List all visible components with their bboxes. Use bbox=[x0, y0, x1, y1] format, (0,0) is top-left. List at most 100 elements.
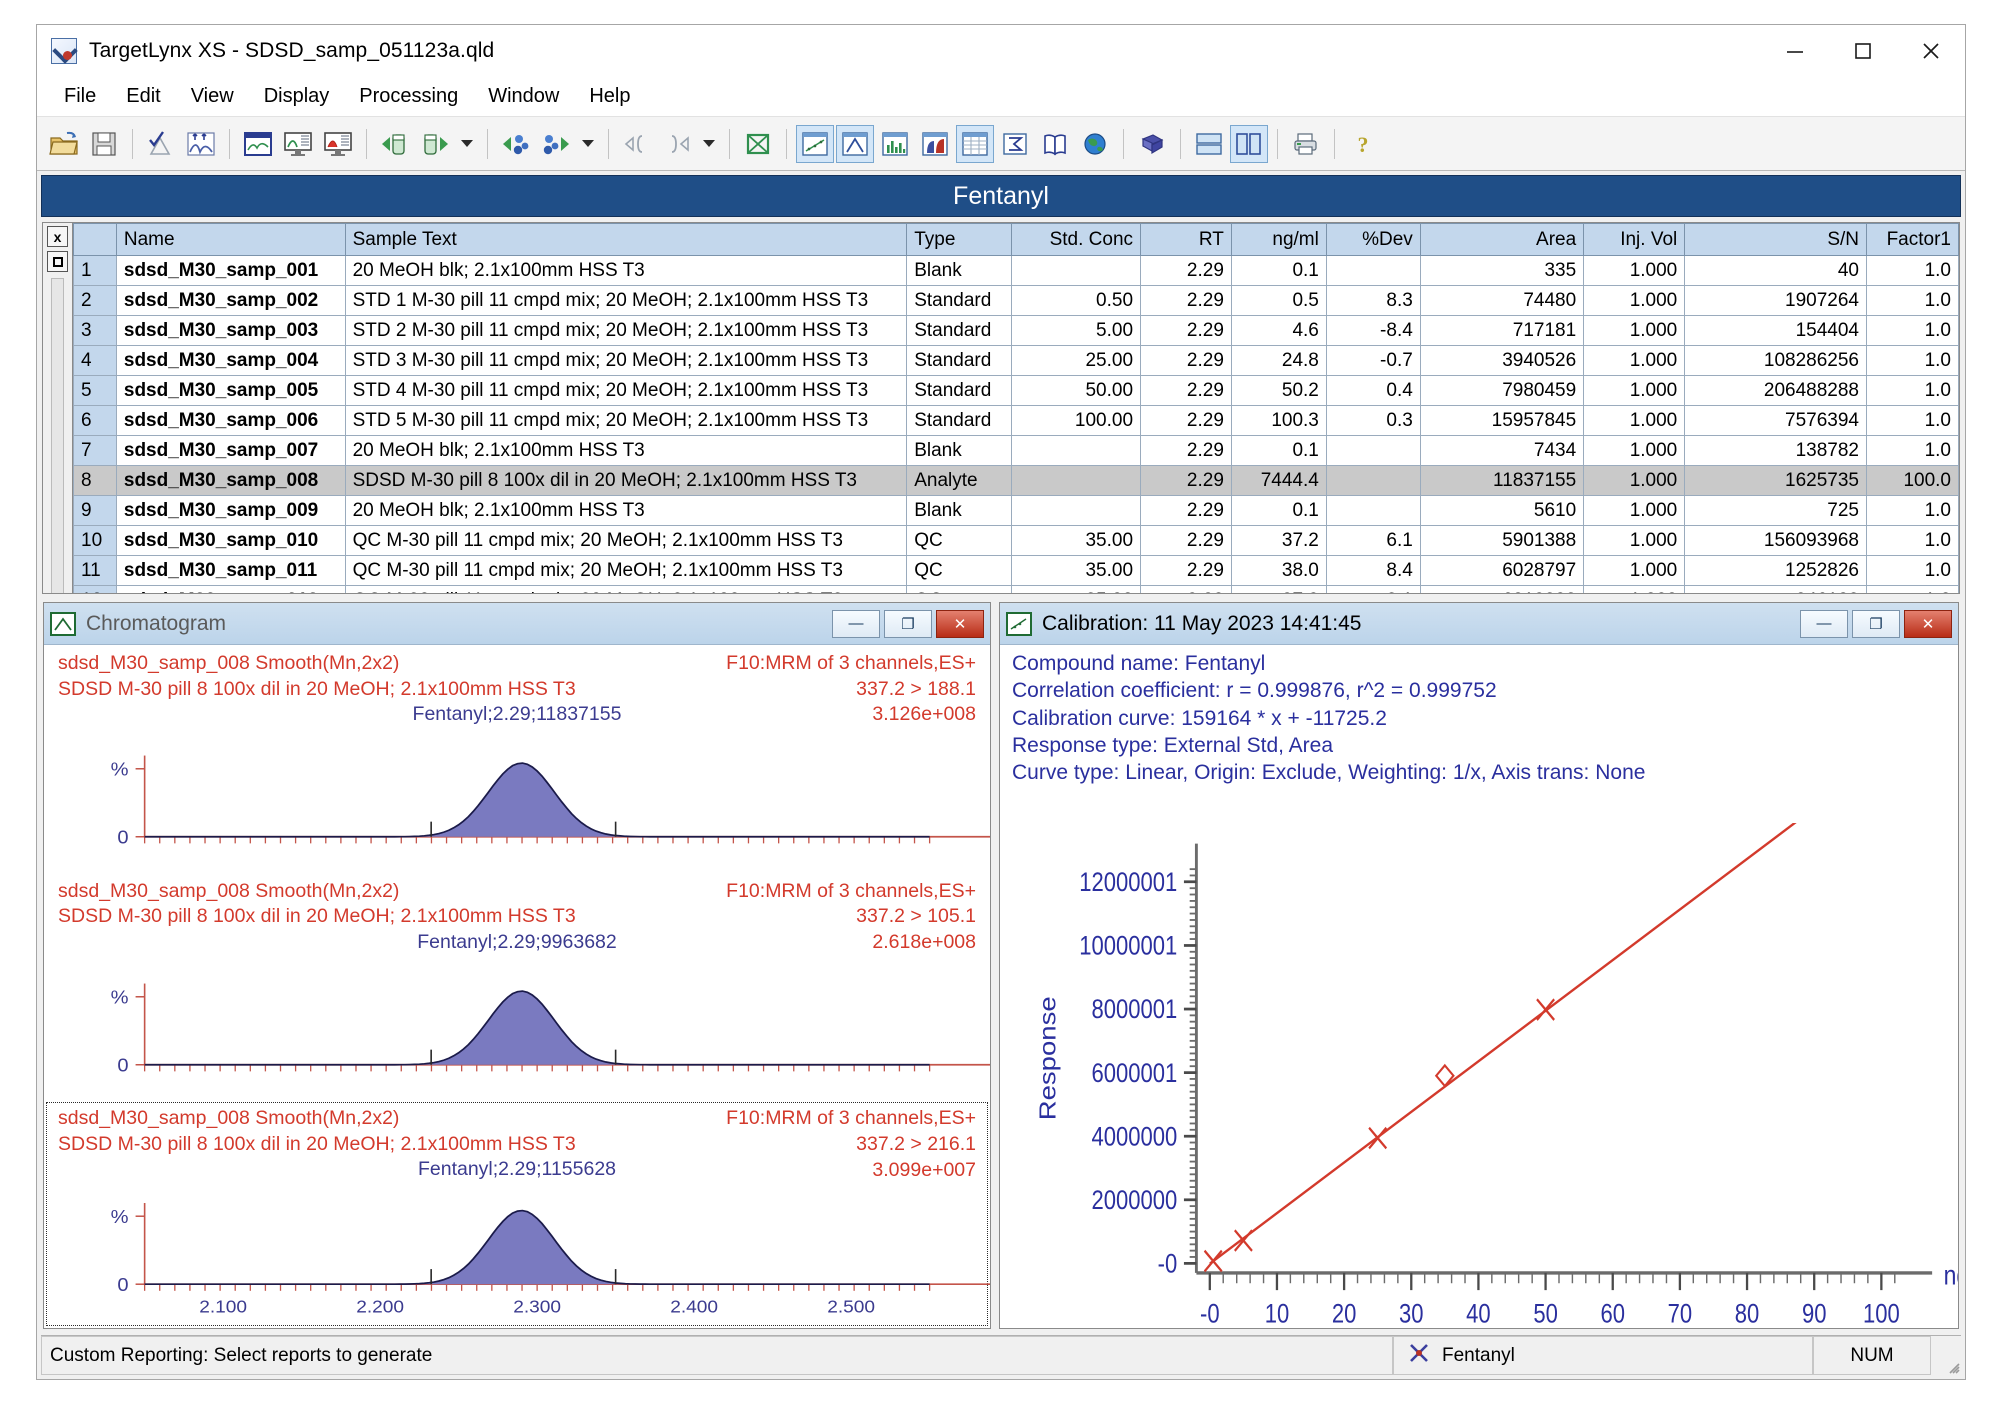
cell-factor1[interactable]: 1.0 bbox=[1866, 345, 1959, 376]
cell-std-conc[interactable] bbox=[1011, 255, 1142, 286]
browser-window-icon[interactable] bbox=[239, 125, 277, 163]
calibration-close-button[interactable]: ✕ bbox=[1904, 609, 1952, 638]
open-folder-icon[interactable] bbox=[45, 125, 83, 163]
resize-grip[interactable] bbox=[1931, 1336, 1961, 1375]
save-disk-icon[interactable] bbox=[85, 125, 123, 163]
table-row[interactable]: 11 sdsd_M30_samp_011 QC M-30 pill 11 cmpd … bbox=[73, 555, 1959, 586]
horizontal-split-icon[interactable] bbox=[1190, 125, 1228, 163]
summary-sigma-icon[interactable] bbox=[996, 125, 1034, 163]
trace-plot[interactable]: %0min bbox=[44, 959, 990, 1101]
chromatogram-trace[interactable]: sdsd_M30_samp_008 Smooth(Mn,2x2) SDSD M-3… bbox=[44, 873, 990, 1101]
cell-index[interactable]: 9 bbox=[73, 495, 117, 526]
cell-std-conc[interactable]: 0.50 bbox=[1011, 285, 1142, 316]
col-header-name[interactable]: Name bbox=[115, 223, 346, 256]
cell-ngml[interactable]: 0.1 bbox=[1230, 255, 1327, 286]
cell-std-conc[interactable]: 35.00 bbox=[1011, 555, 1142, 586]
close-list-button[interactable]: x bbox=[47, 226, 68, 247]
cell-pct-dev[interactable]: 0.4 bbox=[1325, 375, 1421, 406]
previous-group-icon[interactable] bbox=[618, 125, 656, 163]
cell-rt[interactable]: 2.29 bbox=[1140, 345, 1232, 376]
next-compound-icon[interactable] bbox=[537, 125, 575, 163]
table-row[interactable]: 5 sdsd_M30_samp_005 STD 4 M-30 pill 11 cmp… bbox=[73, 375, 1959, 406]
cell-index[interactable]: 6 bbox=[73, 405, 117, 436]
integrate-icon[interactable] bbox=[142, 125, 180, 163]
cell-rt[interactable]: 2.29 bbox=[1140, 315, 1232, 346]
cell-ngml[interactable]: 7444.4 bbox=[1230, 465, 1327, 496]
cell-inj-vol[interactable]: 1.000 bbox=[1583, 435, 1686, 466]
chromatogram-trace[interactable]: sdsd_M30_samp_008 Smooth(Mn,2x2) SDSD M-3… bbox=[44, 645, 990, 873]
cell-ngml[interactable]: 50.2 bbox=[1230, 375, 1327, 406]
cell-std-conc[interactable]: 100.00 bbox=[1011, 405, 1142, 436]
cell-rt[interactable]: 2.29 bbox=[1140, 285, 1232, 316]
cell-rt[interactable]: 2.29 bbox=[1140, 375, 1232, 406]
cell-pct-dev[interactable]: 8.4 bbox=[1325, 555, 1421, 586]
cell-type[interactable]: Standard bbox=[906, 375, 1013, 406]
cell-sample-text[interactable]: SDSD M-30 pill 8 100x dil in 20 MeOH; 2.… bbox=[344, 465, 908, 496]
cell-type[interactable]: Blank bbox=[906, 495, 1013, 526]
previous-sample-icon[interactable] bbox=[376, 125, 414, 163]
col-header-type[interactable]: Type bbox=[906, 223, 1013, 256]
cell-type[interactable]: Standard bbox=[906, 285, 1013, 316]
cell-inj-vol[interactable]: 1.000 bbox=[1583, 405, 1686, 436]
cell-inj-vol[interactable]: 1.000 bbox=[1583, 525, 1686, 556]
cell-index[interactable]: 3 bbox=[73, 315, 117, 346]
cell-ngml[interactable]: 0.1 bbox=[1230, 495, 1327, 526]
cell-name[interactable]: sdsd_M30_samp_011 bbox=[115, 555, 346, 586]
cell-sample-text[interactable]: 20 MeOH blk; 2.1x100mm HSS T3 bbox=[344, 495, 908, 526]
cell-std-conc[interactable] bbox=[1011, 465, 1142, 496]
cell-rt[interactable]: 2.29 bbox=[1140, 435, 1232, 466]
table-row[interactable]: 9 sdsd_M30_samp_009 20 MeOH blk; 2.1x100mm… bbox=[73, 495, 1959, 526]
cell-name[interactable]: sdsd_M30_samp_008 bbox=[115, 465, 346, 496]
cell-factor1[interactable]: 1.0 bbox=[1866, 555, 1959, 586]
expand-icon[interactable] bbox=[739, 125, 777, 163]
menu-help[interactable]: Help bbox=[574, 83, 645, 110]
list-scrollbar[interactable] bbox=[51, 278, 64, 593]
cell-type[interactable]: Analyte bbox=[906, 465, 1013, 496]
cell-std-conc[interactable] bbox=[1011, 495, 1142, 526]
cell-sample-text[interactable]: STD 5 M-30 pill 11 cmpd mix; 20 MeOH; 2.… bbox=[344, 405, 908, 436]
cell-inj-vol[interactable]: 1.000 bbox=[1583, 465, 1686, 496]
cell-area[interactable]: 335 bbox=[1419, 255, 1585, 286]
cell-area[interactable]: 7434 bbox=[1419, 435, 1585, 466]
restore-list-button[interactable] bbox=[47, 251, 68, 272]
cell-type[interactable]: Standard bbox=[906, 315, 1013, 346]
cell-rt[interactable]: 2.29 bbox=[1140, 405, 1232, 436]
cell-name[interactable]: sdsd_M30_samp_007 bbox=[115, 435, 346, 466]
cell-factor1[interactable]: 1.0 bbox=[1866, 255, 1959, 286]
cell-type[interactable]: Standard bbox=[906, 345, 1013, 376]
cell-std-conc[interactable]: 25.00 bbox=[1011, 345, 1142, 376]
cell-pct-dev[interactable]: 6.1 bbox=[1325, 525, 1421, 556]
cell-ngml[interactable]: 4.6 bbox=[1230, 315, 1327, 346]
cell-area[interactable]: 3940526 bbox=[1419, 345, 1585, 376]
minimize-button[interactable] bbox=[1761, 25, 1829, 77]
cell-type[interactable]: Blank bbox=[906, 435, 1013, 466]
cell-sn[interactable]: 7576394 bbox=[1684, 405, 1867, 436]
cell-factor1[interactable]: 100.0 bbox=[1866, 465, 1959, 496]
sample-dropdown-caret[interactable] bbox=[456, 125, 478, 163]
cell-sample-text[interactable]: QC M-30 pill 11 cmpd mix; 20 MeOH; 2.1x1… bbox=[344, 525, 908, 556]
cell-pct-dev[interactable]: 8.3 bbox=[1325, 285, 1421, 316]
cell-rt[interactable]: 2.29 bbox=[1140, 525, 1232, 556]
cell-sample-text[interactable]: QC M-30 pill 11 cmpd mix; 20 MeOH; 2.1x1… bbox=[344, 585, 908, 593]
cell-inj-vol[interactable]: 1.000 bbox=[1583, 285, 1686, 316]
table-row[interactable]: 1 sdsd_M30_samp_001 20 MeOH blk; 2.1x100mm… bbox=[73, 255, 1959, 286]
group-dropdown-caret[interactable] bbox=[698, 125, 720, 163]
previous-compound-icon[interactable] bbox=[497, 125, 535, 163]
col-header-inj-vol[interactable]: Inj. Vol bbox=[1583, 223, 1686, 256]
calibration-plot-icon[interactable] bbox=[796, 124, 834, 163]
cell-ngml[interactable]: 0.5 bbox=[1230, 285, 1327, 316]
chromatogram-minimize-button[interactable]: — bbox=[832, 609, 880, 638]
cell-name[interactable]: sdsd_M30_samp_004 bbox=[115, 345, 346, 376]
cell-ngml[interactable]: 0.1 bbox=[1230, 435, 1327, 466]
table-row[interactable]: 8 sdsd_M30_samp_008 SDSD M-30 pill 8 100x … bbox=[73, 465, 1959, 496]
cell-sample-text[interactable]: 20 MeOH blk; 2.1x100mm HSS T3 bbox=[344, 435, 908, 466]
book-icon[interactable] bbox=[1036, 125, 1074, 163]
results-table-icon[interactable] bbox=[956, 124, 994, 163]
cell-name[interactable]: sdsd_M30_samp_012 bbox=[115, 585, 346, 593]
cell-sn[interactable]: 154404 bbox=[1684, 315, 1867, 346]
cell-inj-vol[interactable]: 1.000 bbox=[1583, 585, 1686, 593]
cell-pct-dev[interactable]: -0.7 bbox=[1325, 345, 1421, 376]
chromatogram-icon[interactable] bbox=[836, 124, 874, 163]
bar-chart-icon[interactable] bbox=[876, 125, 914, 163]
cell-rt[interactable]: 2.29 bbox=[1140, 585, 1232, 593]
